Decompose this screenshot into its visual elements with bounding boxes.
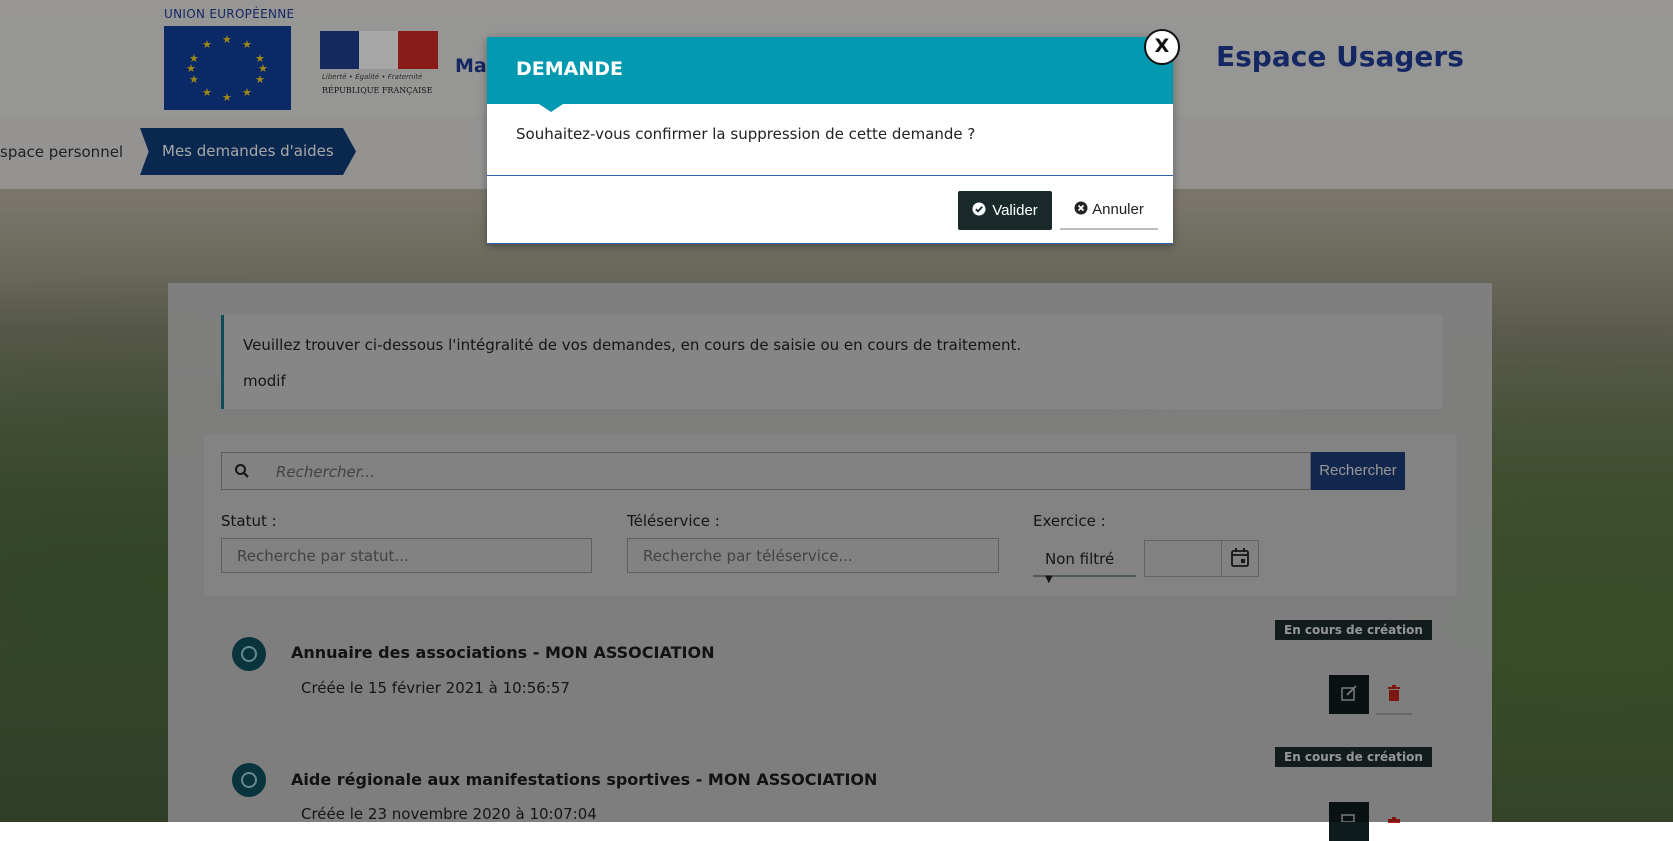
modal-message: Souhaitez-vous confirmer la suppression … xyxy=(516,125,976,143)
modal-title: DEMANDE xyxy=(516,58,624,80)
cancel-button[interactable]: Annuler xyxy=(1060,191,1158,230)
confirm-button[interactable]: Valider xyxy=(958,191,1052,230)
cancel-button-label: Annuler xyxy=(1092,201,1144,218)
confirm-delete-modal: DEMANDE Souhaitez-vous confirmer la supp… xyxy=(487,37,1173,244)
modal-close-button[interactable]: X xyxy=(1144,29,1180,65)
modal-divider xyxy=(487,175,1173,176)
modal-bottom-border xyxy=(487,243,1173,244)
times-circle-icon xyxy=(1074,201,1088,219)
check-circle-icon xyxy=(972,202,986,220)
confirm-button-label: Valider xyxy=(992,202,1038,219)
header-notch xyxy=(539,104,563,112)
